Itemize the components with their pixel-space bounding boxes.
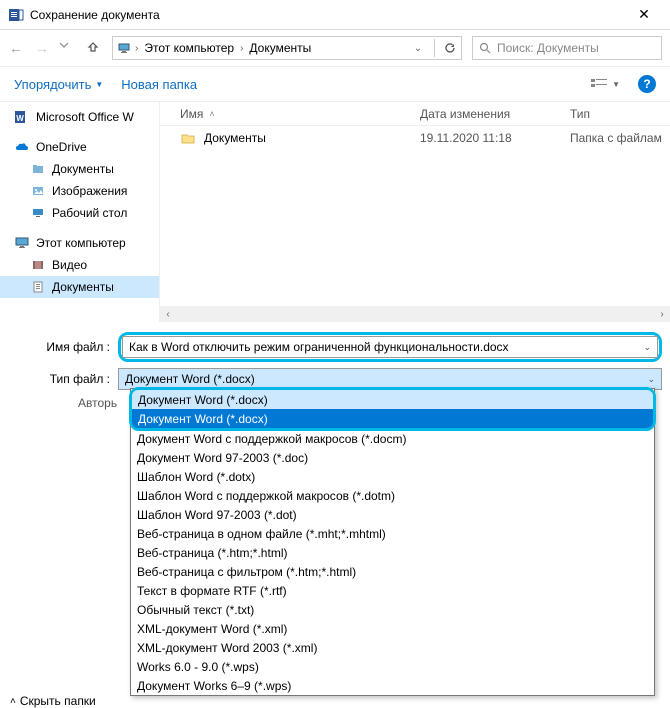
- breadcrumb[interactable]: › Этот компьютер › Документы ⌄: [112, 36, 462, 60]
- folder-icon: [30, 161, 46, 177]
- sidebar-item-word[interactable]: W Microsoft Office W: [0, 106, 159, 128]
- app-icon: [8, 7, 24, 23]
- search-input[interactable]: Поиск: Документы: [472, 36, 662, 60]
- option-docx[interactable]: Документ Word (*.docx): [132, 390, 653, 409]
- chevron-down-icon: ▼: [612, 80, 620, 89]
- filetype-label: Тип файл :: [8, 372, 118, 386]
- filetype-dropdown: Документ Word (*.docx) Документ Word (*.…: [130, 388, 655, 696]
- file-list: Имя ˄ Дата изменения Тип Документы 19.11.…: [160, 102, 670, 322]
- onedrive-icon: [14, 139, 30, 155]
- pc-icon: [14, 235, 30, 251]
- option-xml2003[interactable]: XML-документ Word 2003 (*.xml): [131, 638, 654, 657]
- refresh-button[interactable]: [443, 41, 457, 55]
- back-button[interactable]: ←: [8, 40, 24, 56]
- filename-label: Имя файл :: [8, 340, 118, 354]
- col-date[interactable]: Дата изменения: [420, 107, 570, 121]
- scroll-right[interactable]: ›: [654, 306, 670, 322]
- option-doc97[interactable]: Документ Word 97-2003 (*.doc): [131, 448, 654, 467]
- sidebar-item-video[interactable]: Видео: [0, 254, 159, 276]
- sidebar-item-docs[interactable]: Документы: [0, 276, 159, 298]
- option-xml[interactable]: XML-документ Word (*.xml): [131, 619, 654, 638]
- sidebar: W Microsoft Office W OneDrive Документы …: [0, 102, 160, 322]
- pc-icon: [117, 41, 131, 55]
- sort-indicator: ˄: [209, 109, 214, 119]
- authors-label: Авторь: [78, 396, 117, 410]
- crumb-docs[interactable]: Документы: [247, 41, 313, 55]
- window-title: Сохранение документа: [30, 8, 626, 22]
- option-htm-filtered[interactable]: Веб-страница с фильтром (*.htm;*.html): [131, 562, 654, 581]
- help-button[interactable]: ?: [638, 75, 656, 93]
- close-button[interactable]: ✕: [626, 6, 662, 23]
- option-dotm[interactable]: Шаблон Word с поддержкой макросов (*.dot…: [131, 486, 654, 505]
- crumb-pc[interactable]: Этот компьютер: [142, 41, 236, 55]
- search-icon: [479, 42, 491, 54]
- svg-text:W: W: [16, 114, 24, 123]
- sidebar-item-thispc[interactable]: Этот компьютер: [0, 232, 159, 254]
- docs-icon: [30, 279, 46, 295]
- chevron-right-icon: ›: [135, 43, 138, 54]
- col-name[interactable]: Имя: [180, 107, 203, 121]
- horizontal-scrollbar[interactable]: ‹ ›: [160, 306, 670, 322]
- new-folder-button[interactable]: Новая папка: [121, 77, 197, 92]
- chevron-right-icon: ›: [240, 43, 243, 54]
- option-docm[interactable]: Документ Word с поддержкой макросов (*.d…: [131, 429, 654, 448]
- video-icon: [30, 257, 46, 273]
- option-works69[interactable]: Документ Works 6–9 (*.wps): [131, 676, 654, 695]
- view-options-button[interactable]: ▼: [590, 77, 620, 91]
- chevron-down-icon[interactable]: ⌄: [647, 374, 655, 385]
- folder-icon: [180, 130, 196, 146]
- scroll-left[interactable]: ‹: [160, 306, 176, 322]
- option-works[interactable]: Works 6.0 - 9.0 (*.wps): [131, 657, 654, 676]
- sidebar-item-od-images[interactable]: Изображения: [0, 180, 159, 202]
- option-mht[interactable]: Веб-страница в одном файле (*.mht;*.mhtm…: [131, 524, 654, 543]
- option-dotx[interactable]: Шаблон Word (*.dotx): [131, 467, 654, 486]
- forward-button[interactable]: →: [34, 40, 50, 56]
- option-rtf[interactable]: Текст в формате RTF (*.rtf): [131, 581, 654, 600]
- option-txt[interactable]: Обычный текст (*.txt): [131, 600, 654, 619]
- recent-dropdown[interactable]: [60, 40, 76, 56]
- desktop-icon: [30, 205, 46, 221]
- option-docx-2[interactable]: Документ Word (*.docx): [132, 409, 653, 428]
- hide-folders-button[interactable]: ˄ Скрыть папки: [10, 694, 96, 708]
- images-icon: [30, 183, 46, 199]
- sidebar-item-onedrive[interactable]: OneDrive: [0, 136, 159, 158]
- sidebar-item-od-desktop[interactable]: Рабочий стол: [0, 202, 159, 224]
- table-row[interactable]: Документы 19.11.2020 11:18 Папка с файла…: [160, 126, 670, 150]
- sidebar-item-od-docs[interactable]: Документы: [0, 158, 159, 180]
- option-dot97[interactable]: Шаблон Word 97-2003 (*.dot): [131, 505, 654, 524]
- chevron-up-icon: ˄: [10, 696, 16, 707]
- chevron-down-icon: ▼: [95, 80, 103, 89]
- option-htm[interactable]: Веб-страница (*.htm;*.html): [131, 543, 654, 562]
- filename-input[interactable]: Как в Word отключить режим ограниченной …: [122, 336, 658, 358]
- col-type[interactable]: Тип: [570, 107, 670, 121]
- organize-menu[interactable]: Упорядочить ▼: [14, 77, 103, 92]
- up-button[interactable]: [86, 40, 102, 56]
- search-placeholder: Поиск: Документы: [497, 41, 599, 55]
- path-dropdown[interactable]: ⌄: [410, 43, 426, 54]
- word-icon: W: [14, 109, 30, 125]
- chevron-down-icon[interactable]: ⌄: [643, 342, 651, 353]
